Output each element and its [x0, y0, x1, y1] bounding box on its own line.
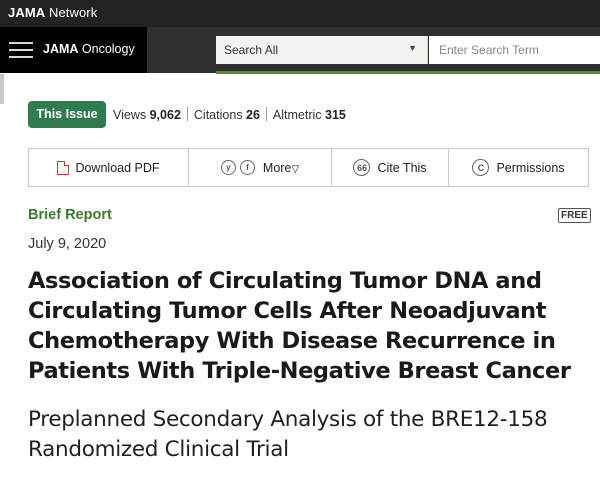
cite-this-button[interactable]: 66 Cite This — [332, 149, 449, 186]
article-type[interactable]: Brief Report — [28, 207, 112, 223]
search-scope-label: Search All — [224, 43, 279, 57]
copyright-icon: C — [472, 159, 490, 176]
share-more-group: y f More▽ — [189, 149, 332, 186]
chevron-down-icon: ▼ — [408, 43, 417, 53]
views-count: 9,062 — [149, 108, 181, 122]
menu-icon[interactable] — [9, 42, 33, 58]
this-issue-button[interactable]: This Issue — [28, 101, 106, 128]
metrics-divider — [186, 107, 188, 121]
more-label: More — [262, 160, 292, 175]
permissions-button[interactable]: C Permissions — [449, 149, 588, 186]
citations-link[interactable]: Citations 26 — [194, 108, 260, 122]
search-input[interactable] — [429, 36, 600, 64]
network-logo-bold: JAMA — [8, 5, 46, 20]
pdf-icon — [57, 160, 70, 175]
permissions-label: Permissions — [496, 160, 565, 175]
network-logo-rest: Network — [45, 5, 98, 20]
journal-name-rest: Oncology — [78, 42, 135, 56]
free-access-badge: FREE — [558, 208, 591, 223]
altmetric-label: Altmetric — [272, 108, 322, 122]
article-toolbar: Download PDF y f More▽ 66 Cite This C Pe… — [28, 148, 589, 187]
journal-header: JAMA Oncology Search All ▼ — [0, 27, 600, 73]
chevron-down-icon: ▽ — [291, 163, 300, 175]
publication-date: July 9, 2020 — [28, 236, 107, 252]
left-edge — [0, 74, 4, 104]
more-button[interactable]: More▽ — [263, 161, 299, 175]
download-pdf-button[interactable]: Download PDF — [29, 149, 189, 186]
altmetric-score: 315 — [325, 108, 346, 122]
facebook-icon[interactable]: f — [239, 160, 255, 175]
network-bar: JAMA Network — [0, 0, 600, 27]
twitter-icon[interactable]: y — [220, 160, 236, 175]
quote-icon: 66 — [353, 159, 371, 176]
download-pdf-label: Download PDF — [75, 160, 160, 175]
metrics-divider — [265, 107, 267, 121]
article-subtitle: Preplanned Secondary Analysis of the BRE… — [28, 407, 548, 462]
altmetric-link[interactable]: Altmetric 315 — [273, 108, 346, 122]
views-label: Views — [113, 108, 147, 122]
network-logo[interactable]: JAMA Network — [8, 5, 97, 20]
views-link[interactable]: Views 9,062 — [113, 108, 181, 122]
cite-this-label: Cite This — [377, 160, 427, 175]
citations-label: Citations — [193, 108, 243, 122]
journal-name[interactable]: JAMA Oncology — [43, 42, 135, 56]
citations-count: 26 — [246, 108, 260, 122]
article-metrics: Views 9,062 Citations 26 Altmetric 315 — [113, 107, 346, 122]
journal-name-bold: JAMA — [43, 42, 79, 56]
journal-nav: JAMA Oncology — [0, 27, 147, 73]
article-title: Association of Circulating Tumor DNA and… — [28, 268, 571, 384]
search-underline — [216, 71, 600, 74]
search-scope-select[interactable]: Search All ▼ — [216, 36, 428, 64]
